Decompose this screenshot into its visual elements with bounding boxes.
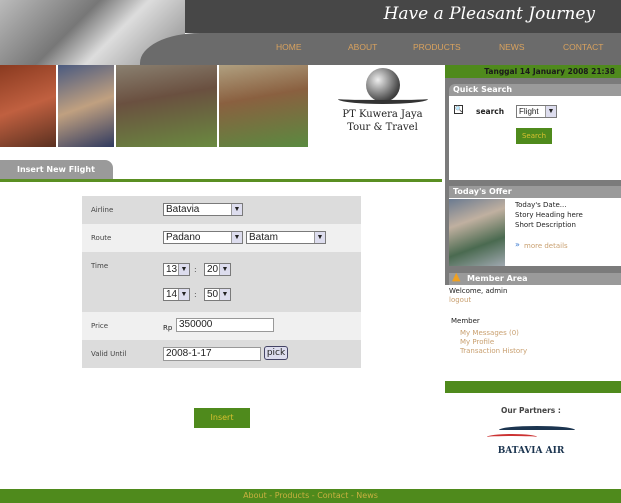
member-area-panel: Welcome, admin logout Member My Messages… <box>445 285 621 381</box>
offer-heading: Story Heading here <box>515 211 583 219</box>
route-to-select[interactable]: Batam ▼ <box>246 231 326 244</box>
price-row: Price Rp 350000 <box>82 312 361 340</box>
more-details-link[interactable]: more details <box>524 242 568 250</box>
arrive-min-select[interactable]: 50 ▼ <box>204 288 231 301</box>
price-input[interactable]: 350000 <box>176 318 274 332</box>
currency-label: Rp <box>163 324 173 332</box>
partners-title: Our Partners : <box>501 406 561 415</box>
insert-button[interactable]: Insert <box>194 408 250 428</box>
logo-swoosh <box>337 94 428 104</box>
offer-image <box>449 199 505 266</box>
route-label: Route <box>91 234 112 242</box>
logout-link[interactable]: logout <box>449 296 471 304</box>
date-display: Tanggal 14 January 2008 21:38 <box>445 65 621 78</box>
member-area-header: Member Area <box>449 273 621 285</box>
valid-until-row: Valid Until 2008-1-17 pick <box>82 340 361 368</box>
route-row: Route Padano ▼ Batam ▼ <box>82 224 361 252</box>
offer-description: Short Description <box>515 221 576 229</box>
quick-search-header: Quick Search <box>449 84 621 96</box>
time-separator: : <box>194 265 197 274</box>
offer-date: Today's Date... <box>515 201 567 209</box>
nav-news[interactable]: NEWS <box>499 42 525 52</box>
logo-line1: PT Kuwera Jaya <box>342 109 423 120</box>
valid-until-label: Valid Until <box>91 350 127 358</box>
chevron-down-icon: ▼ <box>231 232 242 243</box>
tab-divider <box>0 179 442 182</box>
site-tagline: Have a Pleasant Journey <box>383 4 595 24</box>
footer-links[interactable]: About - Products - Contact - News <box>243 491 378 500</box>
search-icon: 🔍 <box>454 105 463 114</box>
welcome-text: Welcome, admin <box>449 287 508 295</box>
depart-hour-select[interactable]: 13 ▼ <box>163 263 190 276</box>
nav-products[interactable]: PRODUCTS <box>413 42 461 52</box>
route-from-select[interactable]: Padano ▼ <box>163 231 243 244</box>
footer: About - Products - Contact - News <box>0 489 621 503</box>
my-messages-link[interactable]: My Messages (0) <box>460 329 519 337</box>
time-label: Time <box>91 262 109 270</box>
banner-photos <box>0 65 308 147</box>
valid-until-input[interactable]: 2008-1-17 <box>163 347 261 361</box>
transaction-history-link[interactable]: Transaction History <box>460 347 527 355</box>
member-section-title: Member <box>451 317 480 325</box>
time-row: Time 13 ▼ : 20 ▼ 14 ▼ : 50 ▼ <box>82 252 361 312</box>
time-separator: : <box>194 290 197 299</box>
depart-min-select[interactable]: 20 ▼ <box>204 263 231 276</box>
insert-flight-form: Airline Batavia ▼ Route Padano ▼ Batam ▼ Ti… <box>82 196 361 368</box>
sidebar-footer-bar <box>445 381 621 393</box>
pick-date-button[interactable]: pick <box>264 346 288 360</box>
chevron-down-icon: ▼ <box>231 204 242 215</box>
my-profile-link[interactable]: My Profile <box>460 338 494 346</box>
tab-insert-new-flight[interactable]: Insert New Flight <box>0 160 113 179</box>
quick-search-panel: 🔍 search Flight ▼ Search <box>449 96 621 180</box>
airline-label: Airline <box>91 206 114 214</box>
search-label: search <box>476 107 505 116</box>
search-button[interactable]: Search <box>516 128 552 144</box>
search-type-select[interactable]: Flight ▼ <box>516 105 557 118</box>
todays-offer-header: Today's Offer <box>449 186 621 198</box>
nav-home[interactable]: HOME <box>276 42 302 52</box>
company-logo: PT Kuwera Jaya Tour & Travel <box>330 68 435 148</box>
nav-contact[interactable]: CONTACT <box>563 42 603 52</box>
batavia-logo-text: BATAVIA AIR <box>497 446 565 456</box>
arrive-hour-select[interactable]: 14 ▼ <box>163 288 190 301</box>
todays-offer-panel: Today's Date... Story Heading here Short… <box>449 198 621 266</box>
batavia-air-logo[interactable]: BATAVIA AIR <box>487 426 575 466</box>
airline-select[interactable]: Batavia ▼ <box>163 203 243 216</box>
price-label: Price <box>91 322 109 330</box>
double-chevron-icon: » <box>515 240 520 249</box>
airline-row: Airline Batavia ▼ <box>82 196 361 224</box>
nav-about[interactable]: ABOUT <box>348 42 377 52</box>
logo-line2: Tour & Travel <box>347 122 418 133</box>
chevron-down-icon: ▼ <box>314 232 325 243</box>
member-icon: ▲ <box>452 270 461 283</box>
nav-bar <box>140 33 621 65</box>
